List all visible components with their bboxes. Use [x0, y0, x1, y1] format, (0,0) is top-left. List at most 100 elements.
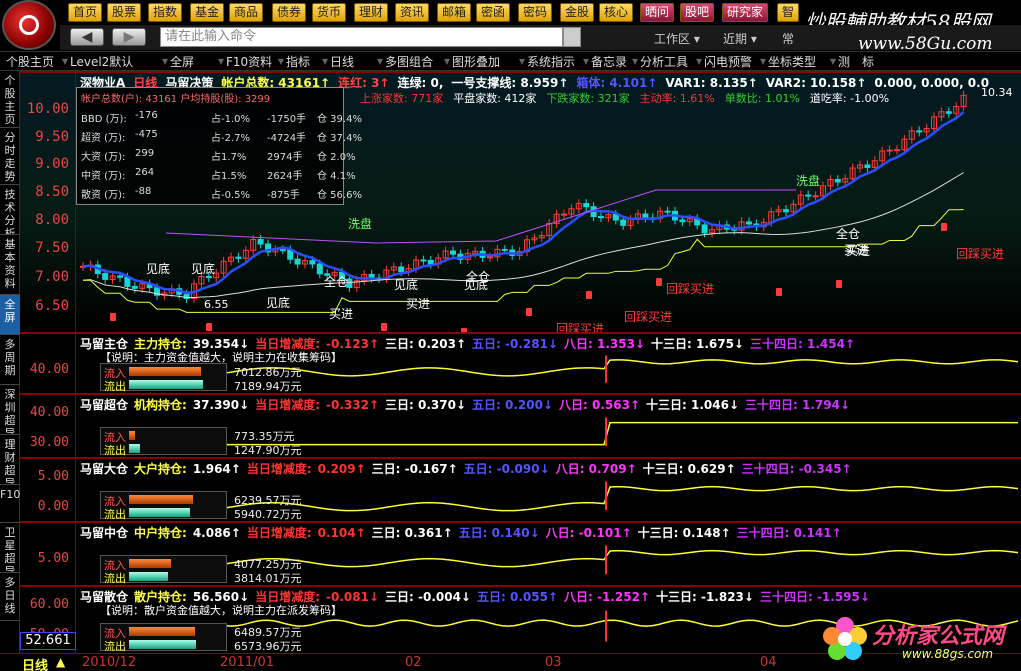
- side-tab-6[interactable]: 深圳超导: [0, 385, 20, 435]
- toolbar-item-13[interactable]: 测: [838, 54, 850, 70]
- chart-annotation: 见底: [394, 277, 418, 292]
- menu-item-15[interactable]: 股吧: [680, 3, 715, 22]
- indicator-pane-1[interactable]: 40.00 30.00 马留超仓 机构持仓: 37.390↓ 当日增减度: -0.332↑ 三…: [20, 393, 1021, 457]
- last-price-label: 10.34: [981, 86, 1013, 99]
- outflow-label: 流出: [104, 380, 126, 393]
- command-input[interactable]: 请在此输入命令: [160, 27, 563, 47]
- indicator-line: [225, 359, 1019, 377]
- chart-annotation: 全仓: [324, 274, 348, 289]
- outflow-bar: [129, 444, 140, 453]
- date-tick-label: 03: [545, 655, 562, 670]
- price-tick-label: 8.50: [35, 184, 69, 200]
- toolbar-dropdown-icon[interactable]: ▾: [218, 54, 224, 68]
- toolbar-dropdown-icon[interactable]: ▾: [830, 54, 836, 68]
- candle-body: [309, 260, 316, 265]
- menu-item-5[interactable]: 债券: [272, 3, 307, 22]
- menu-item-16[interactable]: 研究家: [722, 3, 769, 22]
- menu-item-0[interactable]: 首页: [68, 3, 103, 22]
- period-triangle-icon[interactable]: ▲: [56, 655, 65, 669]
- menu-item-3[interactable]: 基金: [190, 3, 225, 22]
- side-tab-7[interactable]: 理财超导: [0, 435, 20, 485]
- menu-item-11[interactable]: 密码: [518, 3, 553, 22]
- menu-item-6[interactable]: 货币: [312, 3, 347, 22]
- chart-annotation: 全仓: [466, 269, 490, 284]
- outflow-bar: [129, 640, 196, 649]
- menu-item-10[interactable]: 密函: [476, 3, 511, 22]
- toolbar-dropdown-icon[interactable]: ▾: [444, 54, 450, 68]
- app-logo[interactable]: [2, 0, 56, 50]
- candle-body: [701, 224, 708, 234]
- toolbar-dropdown-icon[interactable]: ▾: [322, 54, 328, 68]
- menu-item-13[interactable]: 核心: [599, 3, 634, 22]
- infobox-hands: 2624手: [267, 171, 303, 182]
- chart-annotation: 见底: [191, 261, 215, 276]
- candle-body: [834, 179, 841, 183]
- menu-item-4[interactable]: 商品: [229, 3, 264, 22]
- side-tab-8[interactable]: F10: [0, 485, 20, 523]
- menu-item-1[interactable]: 股票: [107, 3, 142, 22]
- menu-item-14[interactable]: 晒问: [640, 3, 675, 22]
- toolbar-dropdown-icon[interactable]: ▾: [377, 54, 383, 68]
- infobox-label: 中资 (万):: [81, 171, 126, 182]
- infobox-hands: -1750手: [267, 114, 307, 125]
- toolbar-item-8[interactable]: 系统指示: [527, 54, 575, 70]
- indicator-tick-label: 30.00: [29, 435, 69, 450]
- side-tab-1[interactable]: 分时走势: [0, 128, 20, 185]
- back-button[interactable]: ◀: [70, 28, 104, 46]
- price-tick-label: 7.50: [35, 240, 69, 256]
- infobox-value: 299: [135, 148, 155, 159]
- indicator-pane-2[interactable]: 5.00 0.00 马留大仓 大户持仓: 1.964↑ 当日增减度: 0.209↑ 三日: -…: [20, 457, 1021, 521]
- signal-marker-icon: [941, 223, 947, 231]
- side-tab-5[interactable]: 多周期: [0, 335, 20, 385]
- toolbar-dropdown-icon[interactable]: ▾: [696, 54, 702, 68]
- toolbar-item-4[interactable]: 指标: [286, 54, 310, 70]
- period-label[interactable]: 日线: [22, 655, 48, 671]
- infobox-label: 超资 (万):: [81, 133, 126, 144]
- side-tab-3[interactable]: 基本资料: [0, 235, 20, 295]
- toolbar-dropdown-icon[interactable]: ▾: [519, 54, 525, 68]
- chart-annotation: 回踩买进: [624, 310, 672, 324]
- indicator-pane-0[interactable]: 40.00 马留主仓 主力持仓: 39.354↓ 当日增减度: -0.123↑ 三日: 0.…: [20, 332, 1021, 393]
- toolbar-item-10[interactable]: 分析工具: [640, 54, 688, 70]
- menu-item-9[interactable]: 邮箱: [437, 3, 472, 22]
- menu-item-17[interactable]: 智: [777, 3, 800, 22]
- toolbar-dropdown-icon[interactable]: ▾: [162, 54, 168, 68]
- side-tab-2[interactable]: 技术分析: [0, 185, 20, 235]
- menu-item-12[interactable]: 金股: [560, 3, 595, 22]
- side-tab-4[interactable]: 全屏: [0, 295, 20, 335]
- toolbar-item-2[interactable]: 全屏: [170, 54, 194, 70]
- toolbar-item-7[interactable]: 图形叠加: [452, 54, 500, 70]
- forward-button[interactable]: ▶: [112, 28, 146, 46]
- chart-annotation: 回踩买进: [666, 282, 714, 296]
- indicator-pane-3[interactable]: 5.00 马留中仓 中户持仓: 4.086↑ 当日增减度: 0.104↑ 三日: 0.361…: [20, 521, 1021, 585]
- candle-body: [205, 275, 212, 279]
- toolbar-item-12[interactable]: 坐标类型: [768, 54, 816, 70]
- workspace-select[interactable]: 工作区 ▾: [654, 30, 700, 47]
- menu-item-8[interactable]: 资讯: [395, 3, 430, 22]
- toolbar-item-5[interactable]: 日线: [330, 54, 354, 70]
- recent-select[interactable]: 近期 ▾: [723, 30, 757, 47]
- candle-body: [257, 238, 264, 245]
- side-tab-9[interactable]: 卫星超导: [0, 523, 20, 573]
- toolbar-item-0[interactable]: 个股主页: [6, 54, 54, 70]
- menu-item-7[interactable]: 理财: [354, 3, 389, 22]
- brand-watermark: 分析家公式网 www.88gs.com: [820, 612, 1020, 668]
- side-tab-0[interactable]: 个股主页: [0, 71, 20, 128]
- toolbar-item-14[interactable]: 标: [862, 54, 874, 70]
- toolbar-item-6[interactable]: 多图组合: [385, 54, 433, 70]
- toolbar-dropdown-icon[interactable]: ▾: [583, 54, 589, 68]
- outflow-label: 流出: [104, 444, 126, 457]
- command-dropdown-button[interactable]: [563, 27, 581, 47]
- toolbar-item-1[interactable]: Level2默认: [70, 54, 133, 70]
- toolbar-dropdown-icon[interactable]: ▾: [760, 54, 766, 68]
- price-tick-label: 7.00: [35, 269, 69, 285]
- menu-item-2[interactable]: 指数: [148, 3, 183, 22]
- side-tab-10[interactable]: 多日线: [0, 573, 20, 621]
- toolbar-dropdown-icon[interactable]: ▾: [62, 54, 68, 68]
- toolbar-item-9[interactable]: 备忘录: [591, 54, 627, 70]
- toolbar-item-3[interactable]: F10资料: [226, 54, 272, 70]
- often-select[interactable]: 常: [782, 30, 794, 47]
- toolbar-item-11[interactable]: 闪电预警: [704, 54, 752, 70]
- toolbar-dropdown-icon[interactable]: ▾: [632, 54, 638, 68]
- toolbar-dropdown-icon[interactable]: ▾: [278, 54, 284, 68]
